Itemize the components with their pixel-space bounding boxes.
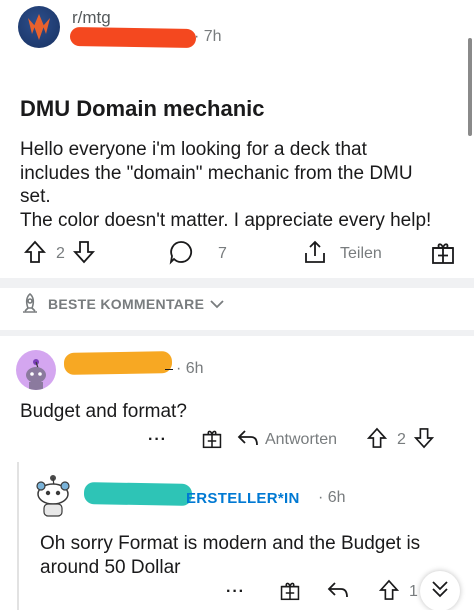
comment-actions: ··· 1 — [226, 579, 418, 606]
section-divider — [0, 330, 474, 336]
comments-button[interactable]: 7 — [168, 238, 227, 270]
post-body-line: The color doesn't matter. I appreciate e… — [20, 209, 432, 231]
subreddit-avatar[interactable] — [18, 6, 60, 48]
post-title: DMU Domain mechanic — [20, 96, 265, 121]
post-time: · 7h — [194, 28, 222, 45]
post-body-line: Hello everyone i'm looking for a deck th… — [20, 139, 367, 160]
comment-time: · 6h — [318, 489, 346, 506]
redacted-username — [63, 351, 173, 375]
op-flair: ERSTELLER*IN — [186, 490, 300, 507]
comment-time: · 6h — [176, 360, 204, 377]
downvote-icon[interactable] — [72, 240, 95, 269]
sort-dropdown[interactable]: BESTE KOMMENTARE — [18, 290, 224, 318]
collapse-thread-button[interactable] — [420, 571, 460, 610]
reply-button[interactable]: Antworten — [265, 431, 337, 449]
comment-vote-count: 2 — [397, 431, 406, 448]
post-body-line: includes the "domain" mechanic from the … — [20, 162, 413, 184]
upvote-icon[interactable] — [378, 579, 400, 606]
chevron-down-icon — [210, 296, 224, 312]
section-divider — [0, 278, 474, 288]
award-button[interactable] — [430, 238, 456, 270]
reply-icon[interactable] — [327, 580, 349, 605]
comment-vote-count: 1 — [408, 583, 418, 600]
comment-text: Budget and format? — [20, 401, 187, 422]
avatar[interactable] — [32, 472, 74, 518]
redacted-username — [69, 26, 197, 49]
comment-count: 7 — [218, 245, 227, 262]
share-label: Teilen — [340, 245, 382, 262]
share-button[interactable]: Teilen — [302, 238, 382, 270]
share-icon — [302, 239, 328, 270]
gift-icon[interactable] — [279, 579, 301, 606]
mtg-logo-icon — [28, 14, 50, 40]
gift-icon — [430, 239, 456, 270]
comment-text-line: around 50 Dollar — [40, 557, 181, 578]
gift-icon[interactable] — [201, 427, 223, 454]
post-vote-count: 2 — [56, 245, 65, 262]
reply-icon[interactable] — [237, 428, 259, 453]
more-options-icon[interactable]: ··· — [226, 583, 245, 601]
upvote-icon[interactable] — [367, 427, 388, 454]
snoo-avatar-icon — [36, 475, 70, 517]
comment-bubble-icon — [168, 239, 194, 270]
scrollbar[interactable] — [468, 38, 472, 136]
snoo-avatar-icon — [26, 359, 46, 390]
post-body: Hello everyone i'm looking for a deck th… — [20, 138, 460, 232]
avatar[interactable] — [16, 350, 56, 390]
comment-text-line: Oh sorry Format is modern and the Budget… — [40, 533, 421, 554]
post-vote-bar: 2 — [23, 238, 95, 270]
redaction-underline — [165, 369, 173, 370]
comment-text: Oh sorry Format is modern and the Budget… — [40, 532, 420, 580]
thread-line[interactable] — [17, 462, 19, 610]
upvote-icon[interactable] — [23, 240, 47, 269]
redacted-username — [83, 482, 193, 506]
subreddit-name[interactable]: r/mtg — [72, 8, 111, 28]
rocket-icon — [18, 291, 42, 318]
double-chevron-down-icon — [429, 578, 451, 605]
sort-label: BESTE KOMMENTARE — [48, 296, 205, 312]
downvote-icon[interactable] — [413, 427, 434, 454]
more-options-icon[interactable]: ··· — [148, 431, 167, 449]
post-body-line: set. — [20, 186, 51, 207]
comment-actions: ··· Antworten 2 — [148, 427, 434, 454]
